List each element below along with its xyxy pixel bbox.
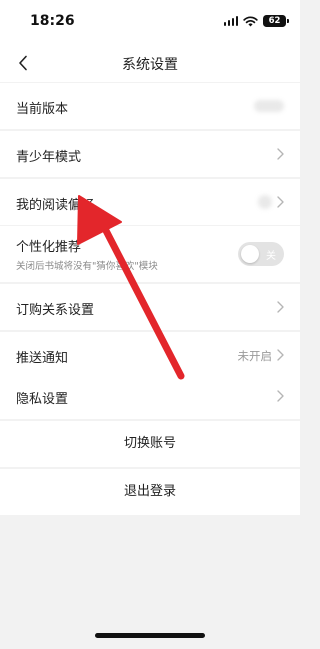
chevron-right-icon <box>277 301 284 313</box>
personalized-recommendation-row: 个性化推荐 关闭后书城将没有"猜你喜欢"模块 关 <box>0 226 300 282</box>
blurred-preference-value <box>258 195 272 209</box>
switch-account-button[interactable]: 切换账号 <box>0 421 300 467</box>
chevron-right-icon <box>277 148 284 160</box>
personalized-recommendation-toggle[interactable]: 关 <box>238 242 284 266</box>
logout-button[interactable]: 退出登录 <box>0 469 300 515</box>
privacy-settings-label: 隐私设置 <box>16 392 69 407</box>
wifi-icon <box>243 15 258 26</box>
status-icons: 62 <box>223 14 289 28</box>
page-title: 系统设置 <box>122 57 178 73</box>
signal-icon <box>223 16 238 26</box>
teen-mode-label: 青少年模式 <box>16 150 82 165</box>
current-version-row: 当前版本 <box>0 83 300 129</box>
chevron-right-icon <box>277 196 284 208</box>
nav-bar: 系统设置 <box>0 44 300 82</box>
toggle-knob <box>241 245 259 263</box>
personalized-recommendation-label: 个性化推荐 <box>16 240 82 255</box>
teen-mode-row[interactable]: 青少年模式 <box>0 131 300 177</box>
chevron-right-icon <box>277 349 284 361</box>
push-notification-label: 推送通知 <box>16 351 69 366</box>
subscription-settings-label: 订购关系设置 <box>16 303 95 318</box>
reading-preference-label: 我的阅读偏好 <box>16 198 95 213</box>
push-notification-row[interactable]: 推送通知 未开启 <box>0 332 300 378</box>
current-version-label: 当前版本 <box>16 102 69 117</box>
blurred-version-value <box>254 100 284 112</box>
chevron-right-icon <box>277 390 284 402</box>
battery-icon: 62 <box>263 15 289 27</box>
battery-level: 62 <box>268 16 281 26</box>
toggle-state-text: 关 <box>266 251 276 262</box>
push-notification-status: 未开启 <box>237 349 273 363</box>
subscription-settings-row[interactable]: 订购关系设置 <box>0 284 300 330</box>
home-indicator <box>95 633 205 638</box>
reading-preference-row[interactable]: 我的阅读偏好 <box>0 179 300 225</box>
privacy-settings-row[interactable]: 隐私设置 <box>0 373 300 419</box>
status-time: 18:26 <box>30 13 75 29</box>
status-bar: 18:26 62 <box>0 0 300 44</box>
personalized-recommendation-hint: 关闭后书城将没有"猜你喜欢"模块 <box>16 261 158 272</box>
